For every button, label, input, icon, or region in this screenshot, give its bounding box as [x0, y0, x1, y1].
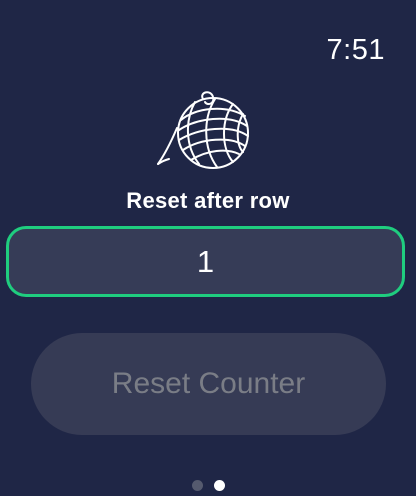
status-time: 7:51 [326, 34, 385, 66]
reset-counter-label: Reset Counter [111, 367, 306, 400]
reset-counter-button[interactable]: Reset Counter [31, 333, 386, 435]
reset-row-value: 1 [196, 243, 215, 279]
page-indicator [0, 480, 416, 491]
page-dot-2[interactable] [213, 480, 225, 491]
watch-screen: 7:51 Reset after row 1 Reset Counter [0, 0, 416, 496]
page-dot-1[interactable] [191, 480, 203, 491]
yarn-ball-icon [157, 91, 249, 169]
reset-row-input[interactable]: 1 [6, 226, 405, 297]
reset-after-row-label: Reset after row [126, 188, 290, 213]
